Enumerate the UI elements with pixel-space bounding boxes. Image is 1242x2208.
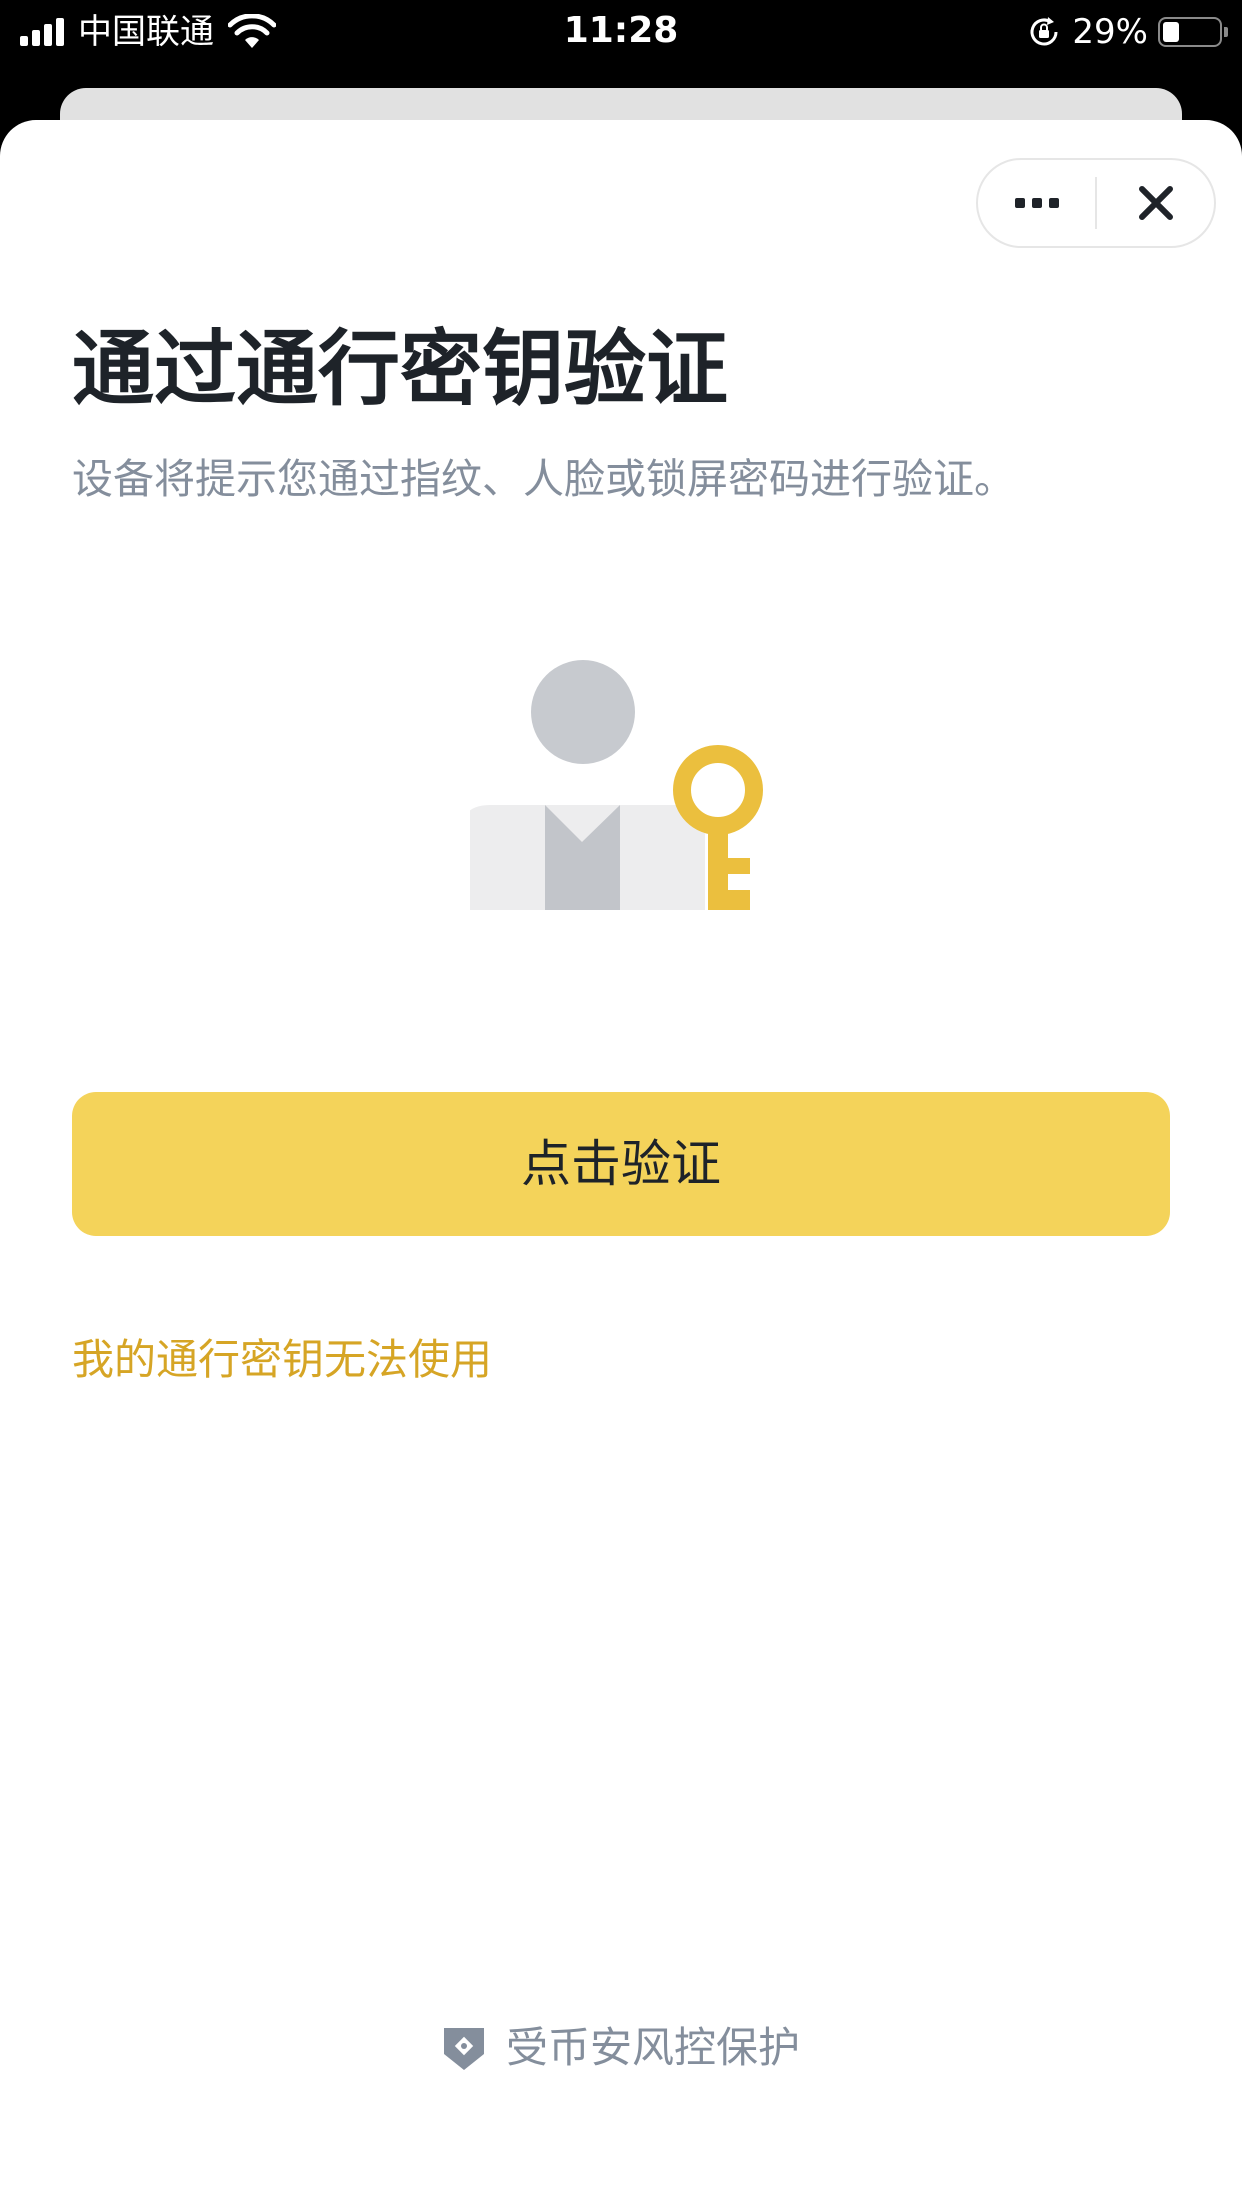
status-bar-right: 29% bbox=[1026, 12, 1228, 52]
page-subtitle: 设备将提示您通过指纹、人脸或锁屏密码进行验证。 bbox=[72, 455, 1015, 503]
status-bar: 中国联通 11:28 29% bbox=[0, 0, 1242, 90]
close-button[interactable] bbox=[1097, 160, 1214, 246]
more-icon bbox=[1014, 198, 1059, 208]
mini-program-capsule bbox=[976, 158, 1216, 248]
risk-control-footer: 受币安风控保护 bbox=[0, 2020, 1242, 2076]
footer-text: 受币安风控保护 bbox=[505, 2023, 800, 2072]
passkey-sheet: 通过通行密钥验证 设备将提示您通过指纹、人脸或锁屏密码进行验证。 点击验证 我的… bbox=[0, 120, 1242, 2208]
shield-icon bbox=[443, 2028, 484, 2070]
battery-percent: 29% bbox=[1072, 12, 1148, 52]
person-with-key-icon bbox=[470, 660, 763, 910]
battery-level-fill bbox=[1163, 22, 1179, 42]
battery-cap bbox=[1224, 27, 1228, 37]
rotation-lock-icon bbox=[1030, 17, 1058, 46]
verify-button[interactable]: 点击验证 bbox=[72, 1092, 1170, 1236]
passkey-unavailable-link[interactable]: 我的通行密钥无法使用 bbox=[72, 1330, 492, 1390]
more-button[interactable] bbox=[978, 160, 1095, 246]
battery-icon bbox=[1158, 17, 1228, 47]
page-title: 通过通行密钥验证 bbox=[72, 322, 729, 417]
close-icon bbox=[1138, 186, 1173, 220]
